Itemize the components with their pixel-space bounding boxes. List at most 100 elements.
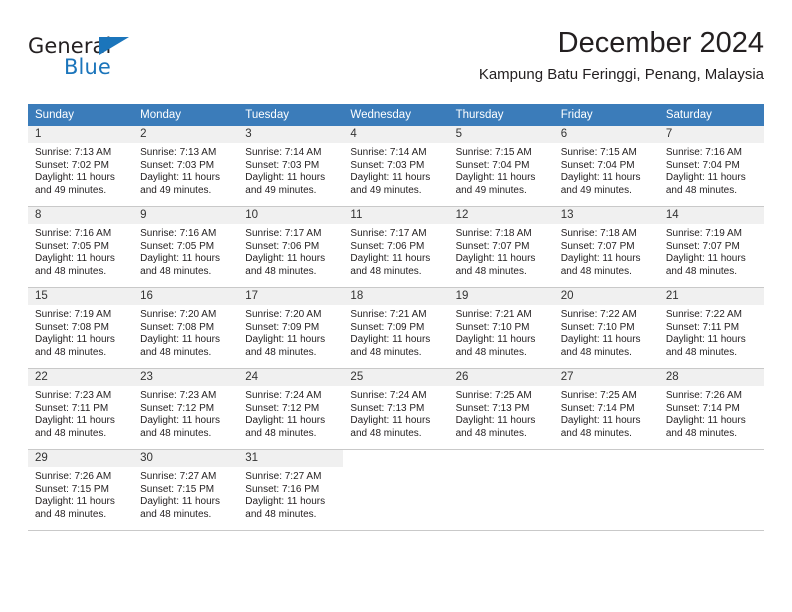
sunrise-text: Sunrise: 7:16 AM — [665, 147, 742, 158]
calendar-day-cell[interactable]: 30 Sunrise: 7:27 AM Sunset: 7:15 PM Dayligh… — [133, 449, 239, 531]
daylight-text-line1: Daylight: 11 hours — [140, 415, 220, 427]
calendar-day-cell[interactable]: 16 Sunrise: 7:20 AM Sunset: 7:08 PM Dayligh… — [133, 287, 239, 369]
calendar-day-cell[interactable]: 9 Sunrise: 7:16 AM Sunset: 7:05 PM Daylight… — [133, 206, 239, 288]
day-number: 1 — [28, 126, 134, 143]
calendar-day-cell[interactable]: 25 Sunrise: 7:24 AM Sunset: 7:13 PM Dayligh… — [343, 368, 449, 450]
calendar-day-cell[interactable]: 5 Sunrise: 7:15 AM Sunset: 7:04 PM Daylight… — [448, 126, 554, 207]
calendar-day-cell[interactable]: 7 Sunrise: 7:16 AM Sunset: 7:04 PM Daylight… — [658, 126, 764, 207]
daylight-text-line2: and 48 minutes. — [350, 427, 422, 439]
calendar-day-cell-empty — [448, 449, 554, 531]
day-cell-body: Sunrise: 7:25 AM Sunset: 7:14 PM Daylight:… — [554, 386, 659, 440]
daylight-text-line1: Daylight: 11 hours — [350, 415, 431, 427]
day-number — [343, 450, 448, 467]
page-header: General Blue December 2024 Kampung Batu … — [28, 26, 764, 98]
calendar-day-cell[interactable]: 31 Sunrise: 7:27 AM Sunset: 7:16 PM Dayligh… — [238, 449, 344, 531]
daylight-text-line2: and 48 minutes. — [350, 265, 422, 277]
day-number: 30 — [133, 450, 239, 467]
daylight-text-line2: and 49 minutes. — [35, 184, 107, 196]
day-cell-body: Sunrise: 7:21 AM Sunset: 7:10 PM Daylight:… — [449, 305, 554, 359]
sunrise-text: Sunrise: 7:16 AM — [140, 228, 217, 239]
sunrise-text: Sunrise: 7:24 AM — [350, 390, 427, 401]
calendar-day-cell[interactable]: 26 Sunrise: 7:25 AM Sunset: 7:13 PM Dayligh… — [448, 368, 554, 450]
day-cell-body: Sunrise: 7:23 AM Sunset: 7:12 PM Daylight:… — [133, 386, 238, 440]
calendar-day-cell-empty — [553, 449, 659, 531]
sunset-text: Sunset: 7:09 PM — [245, 321, 320, 333]
calendar-day-cell[interactable]: 18 Sunrise: 7:21 AM Sunset: 7:09 PM Dayligh… — [343, 287, 449, 369]
sunrise-text: Sunrise: 7:15 AM — [560, 147, 637, 158]
calendar-day-cell[interactable]: 27 Sunrise: 7:25 AM Sunset: 7:14 PM Dayligh… — [553, 368, 659, 450]
calendar-day-cell-empty — [343, 449, 449, 531]
daylight-text-line2: and 48 minutes. — [560, 346, 632, 358]
sunset-text: Sunset: 7:10 PM — [560, 321, 635, 333]
weekday-header-tuesday: Tuesday — [238, 104, 344, 126]
day-cell-body: Sunrise: 7:26 AM Sunset: 7:14 PM Daylight:… — [659, 386, 764, 440]
brand-logo[interactable]: General Blue — [28, 34, 198, 90]
sunset-text: Sunset: 7:08 PM — [140, 321, 215, 333]
calendar-day-cell[interactable]: 20 Sunrise: 7:22 AM Sunset: 7:10 PM Dayligh… — [553, 287, 659, 369]
sunset-text: Sunset: 7:06 PM — [350, 240, 425, 252]
daylight-text-line1: Daylight: 11 hours — [245, 253, 326, 265]
calendar-day-cell[interactable]: 22 Sunrise: 7:23 AM Sunset: 7:11 PM Dayligh… — [28, 368, 134, 450]
calendar-day-cell[interactable]: 8 Sunrise: 7:16 AM Sunset: 7:05 PM Daylight… — [28, 206, 134, 288]
calendar-day-cell[interactable]: 17 Sunrise: 7:20 AM Sunset: 7:09 PM Dayligh… — [238, 287, 344, 369]
weekday-header-monday: Monday — [133, 104, 239, 126]
day-number: 4 — [343, 126, 449, 143]
calendar-day-cell[interactable]: 2 Sunrise: 7:13 AM Sunset: 7:03 PM Daylight… — [133, 126, 239, 207]
calendar-day-cell[interactable]: 29 Sunrise: 7:26 AM Sunset: 7:15 PM Dayligh… — [28, 449, 134, 531]
sunset-text: Sunset: 7:02 PM — [35, 159, 109, 171]
sunset-text: Sunset: 7:14 PM — [560, 402, 635, 414]
day-number: 21 — [658, 288, 764, 305]
calendar-day-cell[interactable]: 24 Sunrise: 7:24 AM Sunset: 7:12 PM Dayligh… — [238, 368, 344, 450]
calendar-day-cell[interactable]: 3 Sunrise: 7:14 AM Sunset: 7:03 PM Daylight… — [238, 126, 344, 207]
day-cell-body — [343, 467, 448, 471]
calendar-day-cell[interactable]: 28 Sunrise: 7:26 AM Sunset: 7:14 PM Dayligh… — [658, 368, 764, 450]
calendar-day-cell[interactable]: 19 Sunrise: 7:21 AM Sunset: 7:10 PM Dayligh… — [448, 287, 554, 369]
page-title: December 2024 — [557, 27, 764, 59]
calendar-day-cell[interactable]: 23 Sunrise: 7:23 AM Sunset: 7:12 PM Dayligh… — [133, 368, 239, 450]
daylight-text-line1: Daylight: 11 hours — [140, 496, 220, 508]
sunrise-text: Sunrise: 7:21 AM — [455, 309, 532, 320]
sunrise-text: Sunrise: 7:24 AM — [245, 390, 322, 401]
sunrise-text: Sunrise: 7:17 AM — [245, 228, 322, 239]
calendar-body: 1 Sunrise: 7:13 AM Sunset: 7:02 PM Daylight… — [28, 126, 764, 531]
sunrise-text: Sunrise: 7:20 AM — [140, 309, 217, 320]
daylight-text-line1: Daylight: 11 hours — [560, 253, 641, 265]
calendar-day-cell[interactable]: 14 Sunrise: 7:19 AM Sunset: 7:07 PM Dayligh… — [658, 206, 764, 288]
day-cell-body: Sunrise: 7:17 AM Sunset: 7:06 PM Daylight:… — [238, 224, 343, 278]
sunrise-text: Sunrise: 7:27 AM — [245, 471, 322, 482]
calendar-day-cell[interactable]: 13 Sunrise: 7:18 AM Sunset: 7:07 PM Dayligh… — [553, 206, 659, 288]
day-number: 22 — [28, 369, 134, 386]
daylight-text-line1: Daylight: 11 hours — [140, 253, 220, 265]
daylight-text-line2: and 49 minutes. — [350, 184, 422, 196]
calendar-day-cell[interactable]: 4 Sunrise: 7:14 AM Sunset: 7:03 PM Daylight… — [343, 126, 449, 207]
sunset-text: Sunset: 7:11 PM — [665, 321, 740, 333]
weekday-header-sunday: Sunday — [28, 104, 134, 126]
daylight-text-line1: Daylight: 11 hours — [140, 334, 220, 346]
daylight-text-line2: and 48 minutes. — [455, 427, 527, 439]
daylight-text-line1: Daylight: 11 hours — [350, 253, 431, 265]
sunset-text: Sunset: 7:08 PM — [35, 321, 109, 333]
sunset-text: Sunset: 7:13 PM — [350, 402, 425, 414]
day-number: 16 — [133, 288, 239, 305]
day-number: 12 — [448, 207, 554, 224]
calendar-day-cell[interactable]: 21 Sunrise: 7:22 AM Sunset: 7:11 PM Dayligh… — [658, 287, 764, 369]
daylight-text-line1: Daylight: 11 hours — [35, 415, 115, 427]
calendar-day-cell[interactable]: 12 Sunrise: 7:18 AM Sunset: 7:07 PM Dayligh… — [448, 206, 554, 288]
daylight-text-line2: and 48 minutes. — [140, 508, 212, 520]
sunset-text: Sunset: 7:03 PM — [245, 159, 320, 171]
day-number: 18 — [343, 288, 449, 305]
day-number: 19 — [448, 288, 554, 305]
day-number: 8 — [28, 207, 134, 224]
sunrise-text: Sunrise: 7:17 AM — [350, 228, 427, 239]
daylight-text-line2: and 48 minutes. — [140, 265, 212, 277]
calendar-day-cell[interactable]: 11 Sunrise: 7:17 AM Sunset: 7:06 PM Dayligh… — [343, 206, 449, 288]
calendar-day-cell[interactable]: 6 Sunrise: 7:15 AM Sunset: 7:04 PM Daylight… — [553, 126, 659, 207]
calendar-day-cell[interactable]: 10 Sunrise: 7:17 AM Sunset: 7:06 PM Dayligh… — [238, 206, 344, 288]
daylight-text-line2: and 48 minutes. — [665, 346, 738, 358]
sunset-text: Sunset: 7:12 PM — [140, 402, 215, 414]
calendar-day-cell[interactable]: 1 Sunrise: 7:13 AM Sunset: 7:02 PM Daylight… — [28, 126, 134, 207]
daylight-text-line2: and 48 minutes. — [455, 265, 527, 277]
calendar-day-cell[interactable]: 15 Sunrise: 7:19 AM Sunset: 7:08 PM Dayligh… — [28, 287, 134, 369]
daylight-text-line1: Daylight: 11 hours — [665, 172, 746, 184]
sunrise-text: Sunrise: 7:14 AM — [245, 147, 322, 158]
